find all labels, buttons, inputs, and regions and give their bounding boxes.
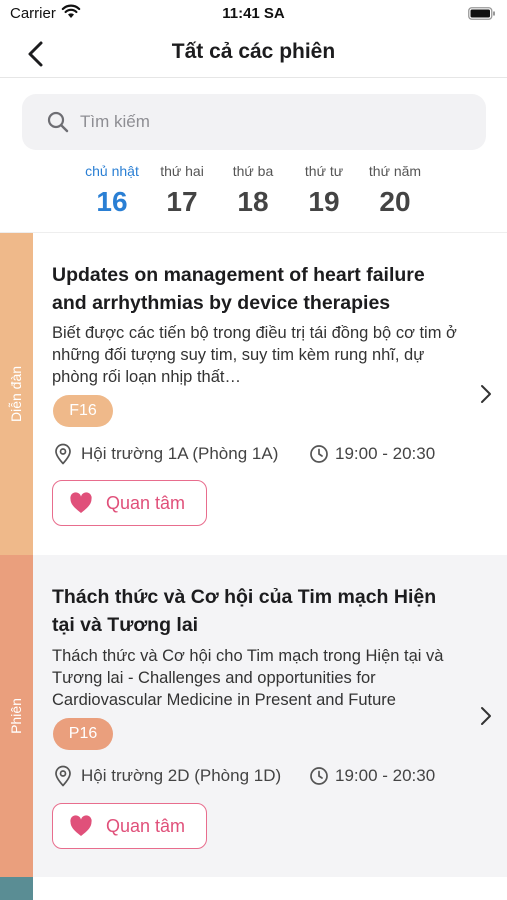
status-bar: Carrier 11:41 SA [0, 0, 507, 28]
day-name: thứ năm [368, 163, 422, 179]
session-card-body: Thách thức và Cơ hội của Tim mạch Hiện t… [33, 555, 507, 877]
session-description: Biết được các tiến bộ trong điều trị tái… [52, 324, 457, 386]
session-card-partial[interactable] [0, 877, 507, 900]
battery-icon [468, 7, 495, 20]
day-tab-monday[interactable]: thứ hai 17 [142, 162, 222, 218]
search-bar[interactable] [22, 94, 486, 150]
location-pin-icon [55, 443, 71, 465]
search-icon [47, 111, 69, 133]
day-tab-sunday[interactable]: chủ nhật 16 [72, 162, 152, 218]
day-name: thứ tư [304, 163, 344, 179]
category-strip: Diễn đàn [0, 233, 33, 555]
favorite-button[interactable]: Quan tâm [52, 803, 207, 849]
day-tab-thursday[interactable]: thứ năm 20 [355, 162, 435, 218]
session-location: Hội trường 1A (Phòng 1A) [81, 444, 279, 463]
heart-icon [70, 492, 92, 513]
session-card-body: Updates on management of heart failure a… [33, 233, 507, 555]
favorite-button[interactable]: Quan tâm [52, 480, 207, 526]
day-number: 18 [237, 186, 269, 217]
day-name: chủ nhật [85, 163, 139, 179]
day-selector: chủ nhật 16 thứ hai 17 thứ ba 18 thứ tư … [0, 162, 507, 230]
favorite-label: Quan tâm [106, 493, 186, 513]
session-time: 19:00 - 20:30 [335, 444, 436, 463]
page-title: Tất cả các phiên [171, 40, 336, 63]
session-title: Updates on management of heart failure a… [52, 264, 425, 314]
search-input[interactable] [80, 107, 470, 137]
clock-icon [310, 445, 328, 463]
category-label: Diễn đàn [8, 365, 24, 423]
chevron-right-icon[interactable] [479, 705, 493, 727]
chevron-right-icon[interactable] [479, 383, 493, 405]
status-time: 11:41 SA [222, 5, 285, 22]
session-card[interactable]: Diễn đàn Updates on management of heart … [0, 233, 507, 555]
day-number: 19 [308, 186, 340, 217]
day-tab-tuesday[interactable]: thứ ba 18 [213, 162, 293, 218]
favorite-label: Quan tâm [106, 816, 186, 836]
heart-icon [70, 815, 92, 836]
day-number: 16 [96, 186, 128, 217]
category-strip [0, 877, 33, 900]
day-number: 17 [166, 186, 198, 217]
session-location: Hội trường 2D (Phòng 1D) [81, 766, 282, 785]
navigation-header: Tất cả các phiên [0, 28, 507, 78]
location-pin-icon [55, 765, 71, 787]
session-time: 19:00 - 20:30 [335, 766, 436, 785]
session-code-badge: P16 [53, 718, 113, 750]
day-number: 20 [379, 186, 411, 217]
day-name: thứ hai [160, 163, 204, 179]
category-strip: Phiên [0, 555, 33, 877]
day-name: thứ ba [232, 163, 274, 179]
session-title: Thách thức và Cơ hội của Tim mạch Hiện t… [52, 586, 437, 636]
session-meta: Hội trường 1A (Phòng 1A) 19:00 - 20:30 [53, 442, 473, 466]
day-tab-wednesday[interactable]: thứ tư 19 [284, 162, 364, 218]
session-card[interactable]: Phiên Thách thức và Cơ hội của Tim mạch … [0, 555, 507, 877]
category-label: Phiên [8, 698, 24, 734]
session-code-badge: F16 [53, 395, 113, 427]
clock-icon [310, 767, 328, 785]
session-meta: Hội trường 2D (Phòng 1D) 19:00 - 20:30 [53, 764, 473, 788]
session-description: Thách thức và Cơ hội cho Tim mạch trong … [52, 647, 444, 709]
